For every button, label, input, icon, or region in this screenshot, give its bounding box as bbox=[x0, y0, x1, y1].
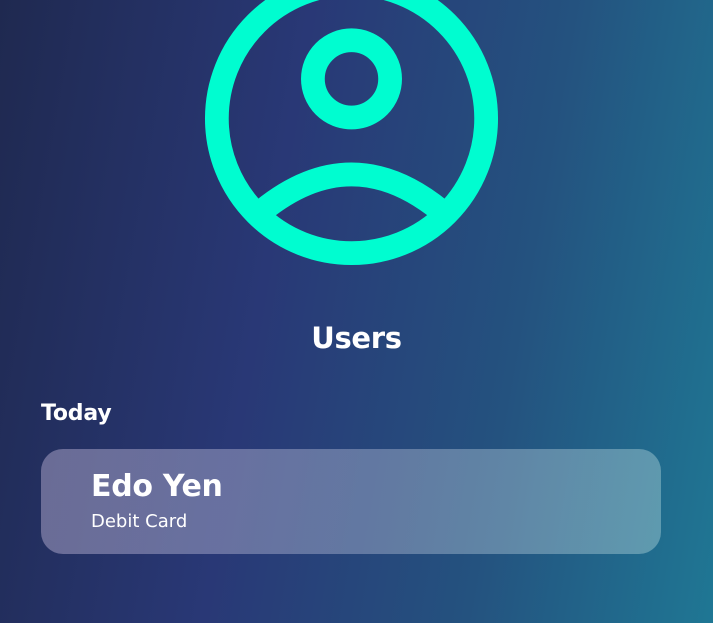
user-card[interactable]: Edo Yen Debit Card bbox=[41, 449, 661, 554]
section-label-today: Today bbox=[41, 401, 112, 426]
user-card-type: Debit Card bbox=[91, 511, 188, 532]
page-title: Users bbox=[311, 321, 402, 355]
user-name: Edo Yen bbox=[91, 469, 223, 504]
user-circle-icon bbox=[203, 0, 500, 267]
